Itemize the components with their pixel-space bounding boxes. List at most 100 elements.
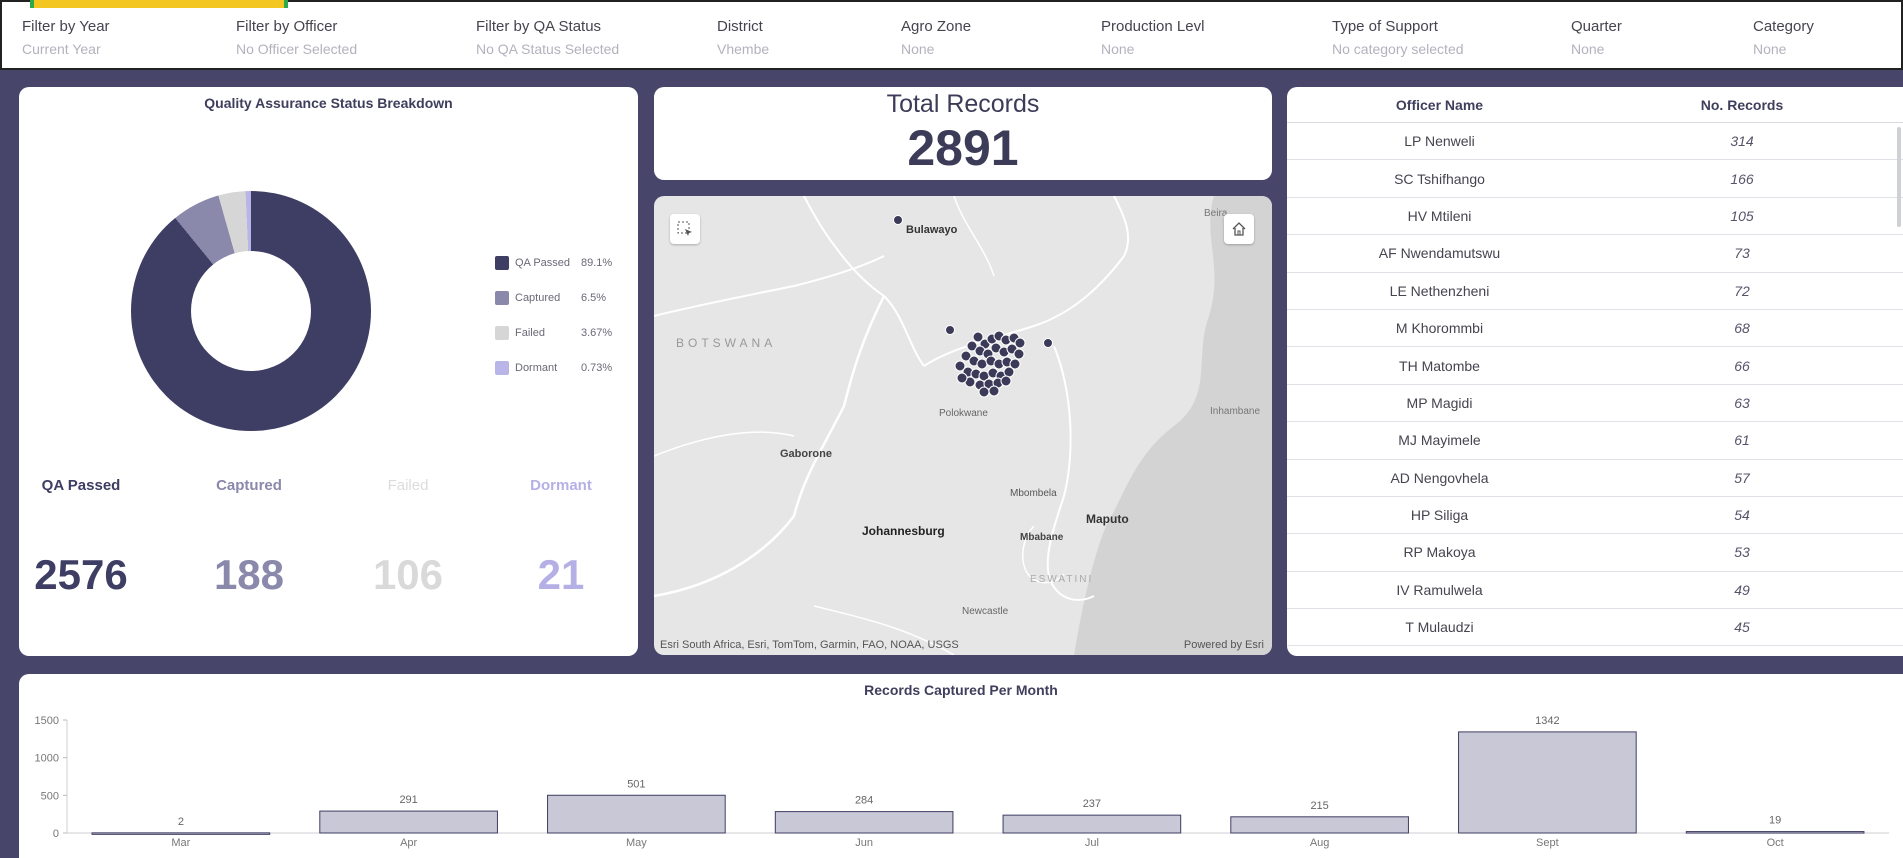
y-tick-label: 0 — [53, 828, 59, 840]
bar-value-label: 237 — [1083, 798, 1101, 810]
stat-value: 21 — [537, 551, 585, 598]
bar-jun[interactable] — [774, 811, 954, 834]
filter-qa-status[interactable]: Filter by QA Status No QA Status Selecte… — [476, 18, 619, 57]
officer-record-count: 72 — [1734, 282, 1750, 299]
officer-name: TH Matombe — [1399, 357, 1480, 374]
legend-percent: 89.1% — [581, 256, 613, 269]
filter-agro-zone[interactable]: Agro Zone None — [901, 18, 971, 57]
filter-value: None — [1753, 41, 1787, 57]
bar-mar[interactable] — [91, 832, 271, 835]
bar-sept[interactable] — [1458, 731, 1637, 834]
filter-production-level[interactable]: Production Levl None — [1101, 18, 1204, 57]
total-records-value: 2891 — [907, 120, 1019, 176]
officer-record-count: 105 — [1730, 207, 1754, 224]
officer-name: RP Makoya — [1403, 544, 1476, 561]
stat-value: 188 — [213, 551, 285, 598]
officer-name: LP Nenweli — [1404, 133, 1475, 150]
stat-label: Failed — [387, 477, 429, 494]
officer-name: MJ Mayimele — [1398, 432, 1481, 449]
bar-value-label: 215 — [1310, 800, 1328, 812]
select-area-icon — [677, 221, 692, 236]
qa-donut-chart[interactable] — [131, 191, 371, 431]
map-label-eswatini: ESWATINI — [1030, 574, 1094, 585]
filter-label: Agro Zone — [901, 18, 972, 35]
table-row[interactable]: T Mulaudzi 45 — [1287, 609, 1903, 647]
x-tick-label: Aug — [1310, 837, 1330, 849]
filter-label: Filter by Officer — [236, 18, 338, 35]
table-row[interactable]: AD Nengovhela 57 — [1287, 460, 1903, 497]
legend-percent: 3.67% — [581, 326, 613, 339]
donut-hole — [191, 251, 311, 371]
officer-name: M Khorommbi — [1395, 320, 1484, 337]
legend-item-qa-passed[interactable]: QA Passed 89.1% — [495, 245, 612, 280]
header-no-records[interactable]: No. Records — [1592, 97, 1892, 113]
filter-category[interactable]: Category None — [1753, 18, 1814, 57]
table-row[interactable]: SC Tshifhango 166 — [1287, 160, 1903, 198]
y-tick-label: 1500 — [35, 715, 59, 727]
map-label-mbabane: Mbabane — [1020, 532, 1064, 543]
select-tool-button[interactable] — [670, 214, 700, 244]
table-row[interactable]: MP Magidi 63 — [1287, 385, 1903, 423]
table-row[interactable]: LE Nethenzheni 72 — [1287, 273, 1903, 310]
bar-apr[interactable] — [319, 810, 498, 834]
table-header: Officer Name No. Records — [1287, 87, 1903, 123]
officer-record-count: 54 — [1734, 507, 1750, 524]
filter-value: None — [1101, 41, 1135, 57]
table-row[interactable]: RP Makoya 53 — [1287, 534, 1903, 572]
bar-value-label: 1342 — [1535, 715, 1559, 727]
legend-item-captured[interactable]: Captured 6.5% — [495, 280, 612, 315]
legend-swatch — [495, 325, 509, 340]
filter-value: No category selected — [1332, 41, 1464, 57]
map-label-johannesburg: Johannesburg — [862, 524, 945, 538]
bar-value-label: 501 — [627, 778, 645, 790]
officer-name: LE Nethenzheni — [1389, 282, 1490, 299]
officer-name: HV Mtileni — [1407, 207, 1472, 224]
map-label-bulawayo: Bulawayo — [906, 224, 958, 236]
table-row[interactable]: HV Mtileni 105 — [1287, 198, 1903, 236]
filter-label: Category — [1753, 18, 1814, 35]
officer-record-count: 53 — [1734, 544, 1750, 561]
filter-value: No Officer Selected — [236, 41, 358, 57]
bar-aug[interactable] — [1230, 816, 1409, 834]
x-tick-label: Sept — [1536, 837, 1559, 849]
bar-value-label: 291 — [399, 794, 417, 806]
filter-district[interactable]: District Vhembe — [717, 18, 769, 57]
legend-item-dormant[interactable]: Dormant 0.73% — [495, 350, 612, 385]
scrollbar[interactable] — [1897, 127, 1901, 227]
table-row[interactable]: HP Siliga 54 — [1287, 497, 1903, 535]
table-row[interactable]: IV Ramulwela 49 — [1287, 572, 1903, 610]
powered-by-esri[interactable]: Powered by Esri — [1184, 639, 1264, 651]
legend-item-failed[interactable]: Failed 3.67% — [495, 315, 612, 350]
map-view[interactable]: Bulawayo Beira BOTSWANA Polokwane Inhamb… — [654, 196, 1272, 655]
table-row[interactable]: AF Nwendamutswu 73 — [1287, 235, 1903, 273]
bar-may[interactable] — [547, 794, 726, 834]
filter-type-of-support[interactable]: Type of Support No category selected — [1332, 18, 1464, 57]
bar-value-label: 19 — [1769, 815, 1781, 827]
filter-value: Current Year — [22, 41, 101, 57]
table-row[interactable]: TH Matombe 66 — [1287, 347, 1903, 385]
filter-year[interactable]: Filter by Year Current Year — [22, 18, 110, 57]
logo — [30, 0, 288, 8]
bar-jul[interactable] — [1002, 814, 1182, 834]
total-records-card: Total Records 2891 — [654, 87, 1272, 180]
legend-label: Dormant — [515, 361, 558, 374]
map-label-newcastle: Newcastle — [962, 606, 1009, 617]
bar-oct[interactable] — [1685, 831, 1865, 834]
filter-value: No QA Status Selected — [476, 41, 620, 57]
map-attribution: Esri South Africa, Esri, TomTom, Garmin,… — [660, 639, 959, 651]
officer-record-count: 61 — [1734, 432, 1750, 449]
table-row[interactable]: M Khorommbi 68 — [1287, 310, 1903, 348]
records-per-month-card: Records Captured Per Month 0 500 1000 1500 2… — [19, 674, 1903, 858]
filter-officer[interactable]: Filter by Officer No Officer Selected — [236, 18, 357, 57]
filter-quarter[interactable]: Quarter None — [1571, 18, 1622, 57]
table-row[interactable]: MJ Mayimele 61 — [1287, 422, 1903, 460]
header-officer-name[interactable]: Officer Name — [1287, 97, 1592, 113]
home-button[interactable] — [1224, 214, 1254, 244]
filter-label: Filter by Year — [22, 18, 110, 35]
filter-label: Type of Support — [1332, 18, 1438, 35]
map-label-gaborone: Gaborone — [780, 448, 832, 460]
stat-label: Captured — [216, 477, 282, 494]
map-label-botswana: BOTSWANA — [676, 336, 777, 350]
x-tick-label: Apr — [400, 837, 417, 849]
table-row[interactable]: LP Nenweli 314 — [1287, 123, 1903, 161]
